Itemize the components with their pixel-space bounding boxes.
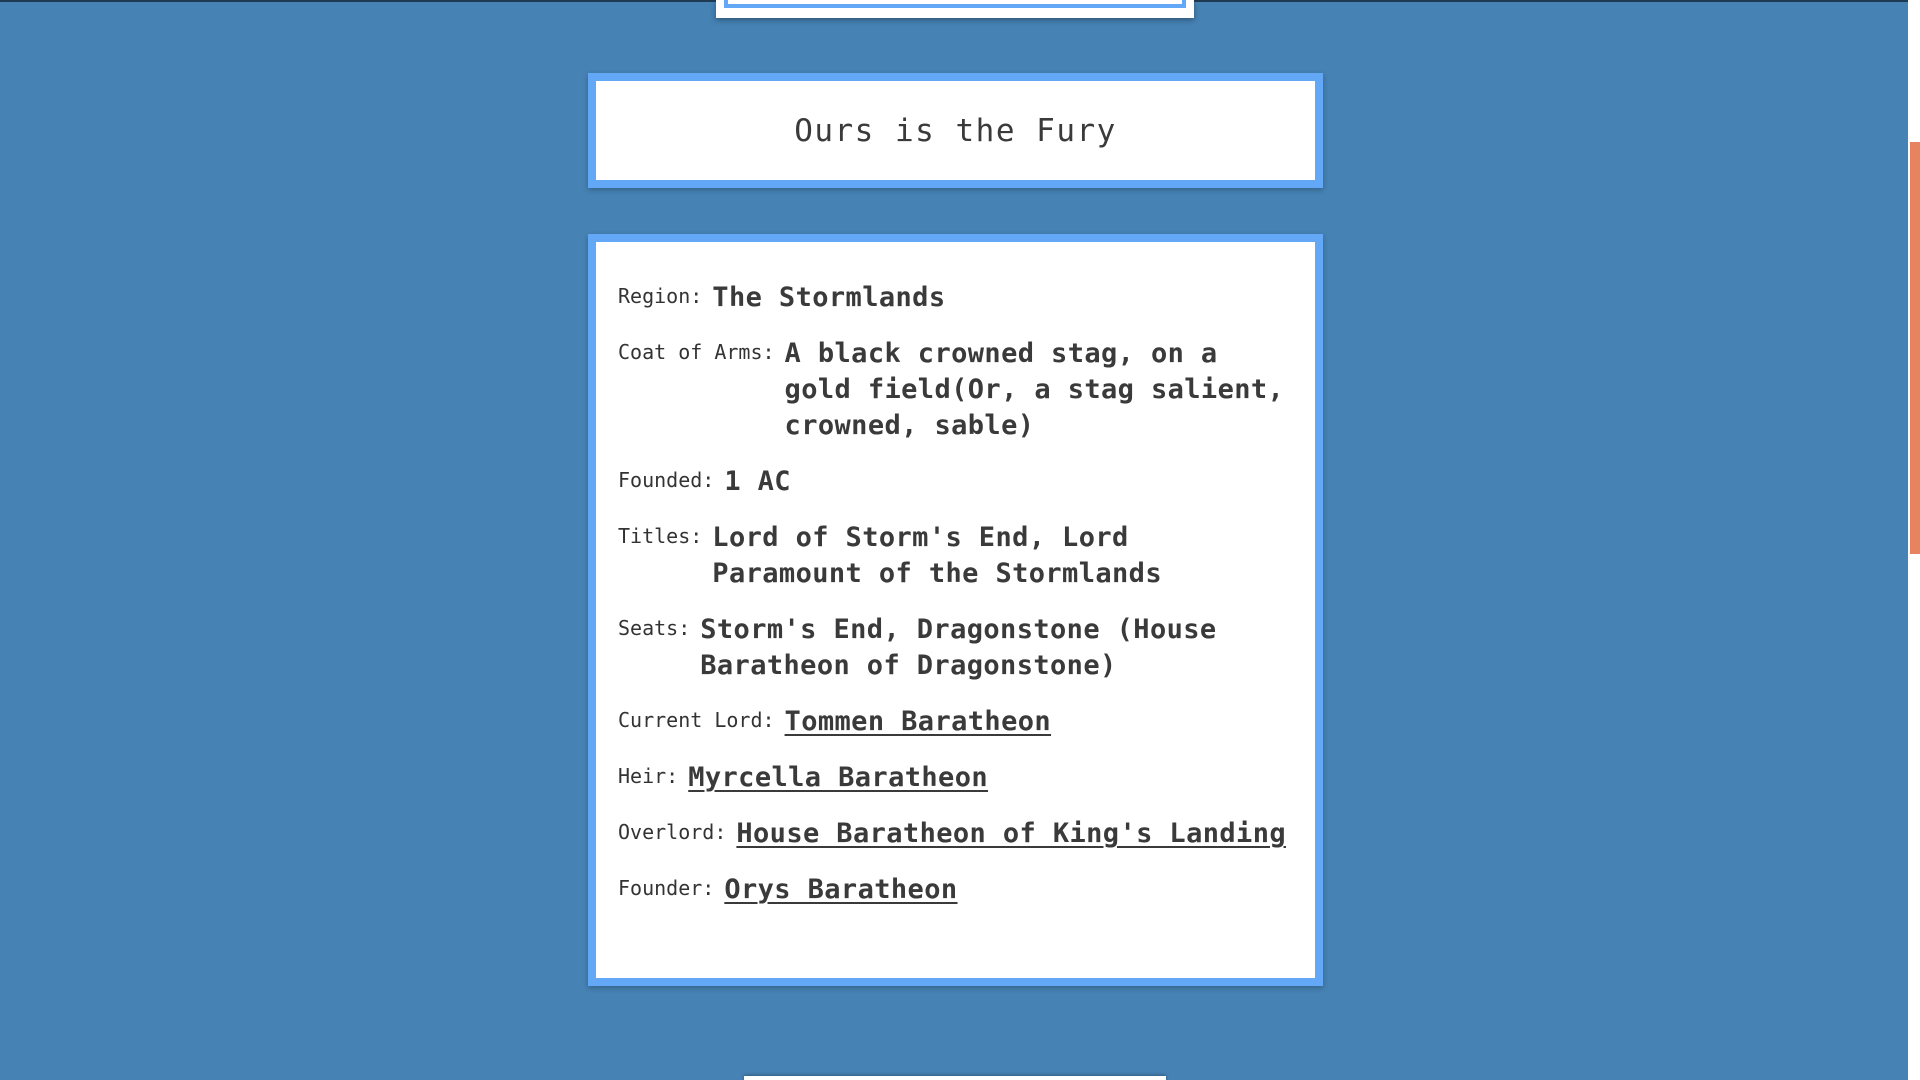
- house-info-card: Region: The Stormlands Coat of Arms: A b…: [588, 234, 1323, 986]
- previous-card-edge: [716, 0, 1194, 18]
- info-row-founded: Founded: 1 AC: [618, 466, 1291, 500]
- info-row-heir: Heir: Myrcella Baratheon: [618, 762, 1291, 796]
- titles-value: Lord of Storm's End, Lord Paramount of t…: [712, 522, 1162, 589]
- previous-card-inner: [724, 0, 1186, 8]
- info-row-coat-of-arms: Coat of Arms: A black crowned stag, on a…: [618, 338, 1291, 444]
- info-row-overlord: Overlord: House Baratheon of King's Land…: [618, 818, 1291, 852]
- info-row-founder: Founder: Orys Baratheon: [618, 874, 1291, 908]
- coat-of-arms-label: Coat of Arms:: [618, 340, 775, 364]
- scrollbar-thumb[interactable]: [1910, 142, 1920, 554]
- overlord-label: Overlord:: [618, 820, 727, 844]
- info-row-region: Region: The Stormlands: [618, 282, 1291, 316]
- next-card-edge: [744, 1076, 1166, 1080]
- info-row-seats: Seats: Storm's End, Dragonstone (House B…: [618, 614, 1291, 684]
- house-words-text: Ours is the Fury: [794, 112, 1117, 149]
- founder-value: Orys Baratheon: [724, 872, 957, 908]
- founder-link[interactable]: Orys Baratheon: [724, 874, 957, 905]
- founded-label: Founded:: [618, 468, 715, 492]
- seats-label: Seats:: [618, 616, 691, 640]
- seats-value: Storm's End, Dragonstone (House Baratheo…: [700, 614, 1217, 681]
- region-value: The Stormlands: [712, 282, 946, 313]
- heir-value: Myrcella Baratheon: [688, 760, 988, 796]
- overlord-value: House Baratheon of King's Landing: [736, 816, 1286, 852]
- founder-label: Founder:: [618, 876, 715, 900]
- region-label: Region:: [618, 284, 703, 308]
- coat-of-arms-value: A black crowned stag, on a gold field(Or…: [784, 338, 1285, 441]
- overlord-link[interactable]: House Baratheon of King's Landing: [736, 818, 1286, 849]
- founded-value: 1 AC: [724, 466, 791, 497]
- current-lord-label: Current Lord:: [618, 708, 775, 732]
- info-row-current-lord: Current Lord: Tommen Baratheon: [618, 706, 1291, 740]
- titles-label: Titles:: [618, 524, 703, 548]
- heir-label: Heir:: [618, 764, 679, 788]
- house-words-card: Ours is the Fury: [588, 73, 1323, 188]
- info-row-titles: Titles: Lord of Storm's End, Lord Paramo…: [618, 522, 1291, 592]
- current-lord-link[interactable]: Tommen Baratheon: [785, 706, 1052, 737]
- heir-link[interactable]: Myrcella Baratheon: [688, 762, 988, 793]
- current-lord-value: Tommen Baratheon: [785, 704, 1052, 740]
